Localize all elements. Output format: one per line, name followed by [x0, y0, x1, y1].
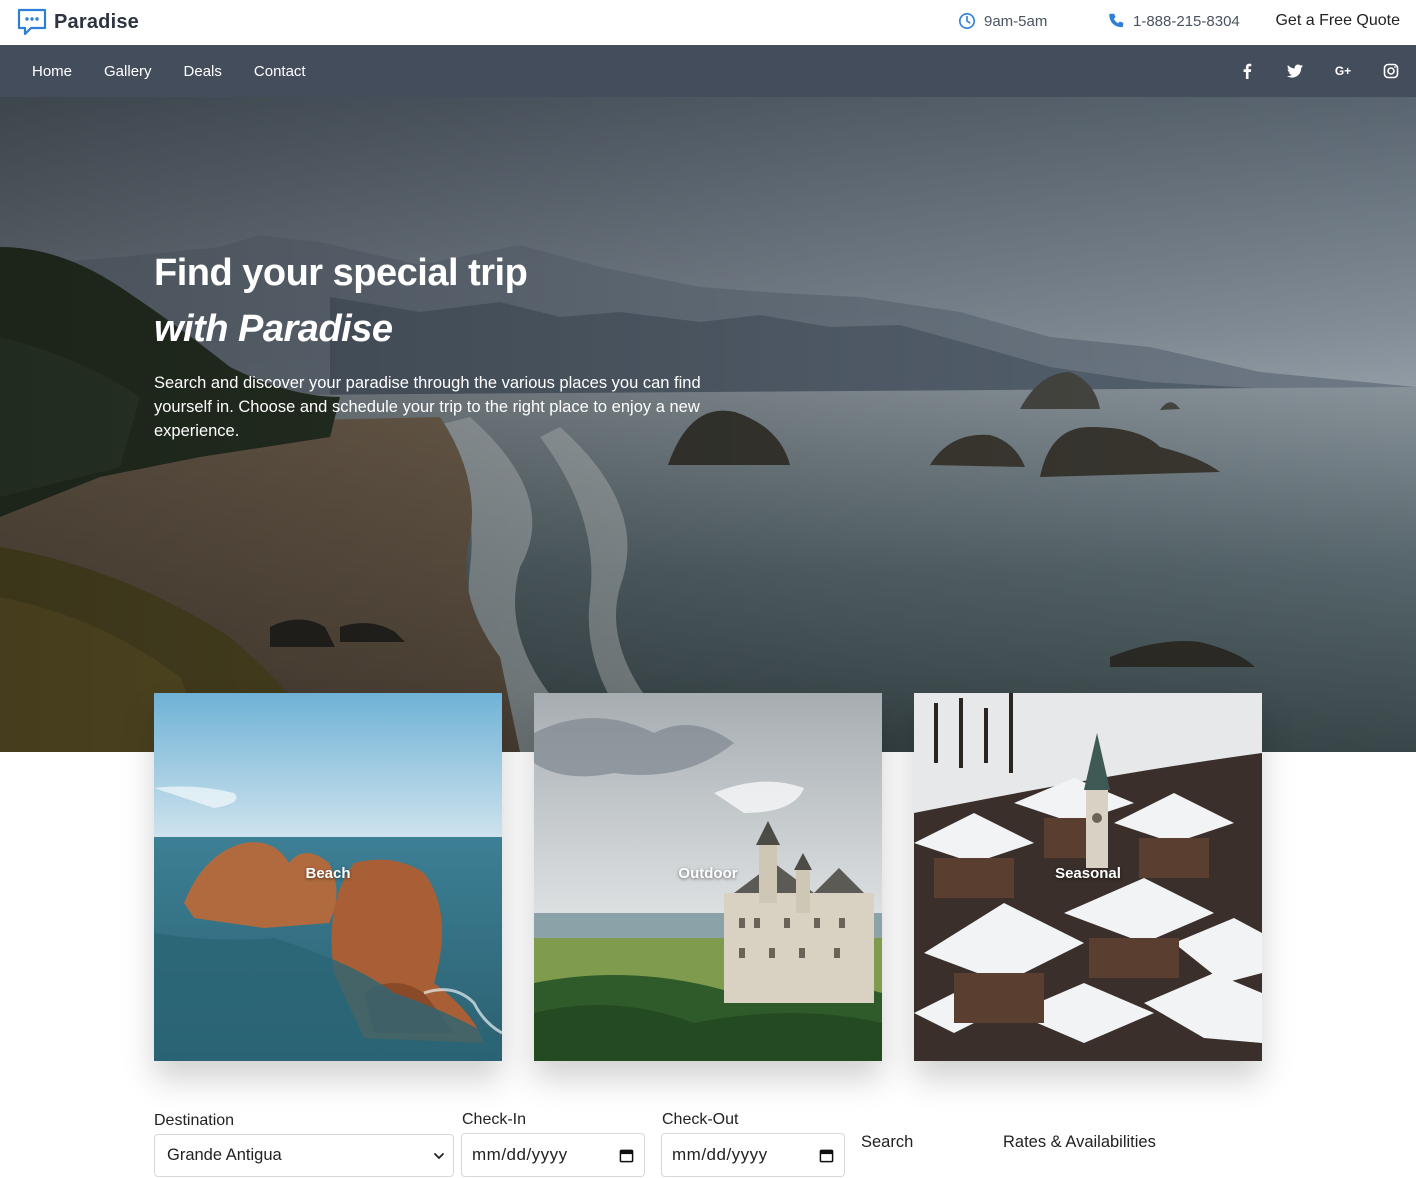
- facebook-icon[interactable]: [1238, 62, 1256, 80]
- check-out-label: Check-Out: [662, 1111, 739, 1128]
- card-label-beach: Beach: [305, 865, 351, 882]
- top-bar: Paradise 9am-5am 1-888-215-8304 Get a Fr…: [0, 0, 1416, 45]
- calendar-icon[interactable]: [619, 1148, 634, 1163]
- chevron-down-icon: [434, 1153, 444, 1159]
- calendar-icon[interactable]: [819, 1148, 834, 1163]
- nav-item-deals[interactable]: Deals: [184, 63, 222, 80]
- destination-select[interactable]: Grande Antigua: [154, 1134, 454, 1177]
- chat-bubble-icon: [17, 8, 47, 36]
- category-card-seasonal[interactable]: Seasonal: [914, 693, 1262, 1061]
- free-quote-link[interactable]: Get a Free Quote: [1275, 12, 1400, 30]
- category-card-outdoor[interactable]: Outdoor: [534, 693, 882, 1061]
- clock-icon: [958, 12, 976, 30]
- google-plus-text: G+: [1334, 64, 1352, 78]
- twitter-icon[interactable]: [1286, 62, 1304, 80]
- google-plus-icon[interactable]: G+: [1334, 62, 1352, 80]
- destination-label: Destination: [154, 1112, 235, 1129]
- rates-availabilities-button[interactable]: Rates & Availabilities: [1003, 1133, 1156, 1152]
- nav-item-gallery[interactable]: Gallery: [104, 63, 152, 80]
- check-out-placeholder: mm/dd/yyyy: [672, 1145, 768, 1164]
- social-links: G+: [1238, 45, 1400, 97]
- hero-description: Search and discover your paradise throug…: [154, 374, 701, 440]
- check-in-date-input[interactable]: mm/dd/yyyy: [461, 1133, 645, 1177]
- card-label-seasonal: Seasonal: [1055, 865, 1121, 882]
- nav-item-contact[interactable]: Contact: [254, 63, 306, 80]
- phone-number[interactable]: 1-888-215-8304: [1107, 12, 1240, 30]
- search-button[interactable]: Search: [861, 1133, 913, 1152]
- main-nav: Home Gallery Deals Contact G+: [0, 45, 1416, 97]
- hours-text: 9am-5am: [984, 12, 1048, 30]
- destination-value: Grande Antigua: [167, 1146, 282, 1164]
- hero-subtitle: with Paradise: [154, 308, 393, 350]
- nav-item-home[interactable]: Home: [32, 63, 72, 80]
- check-in-placeholder: mm/dd/yyyy: [472, 1145, 568, 1164]
- phone-icon: [1109, 13, 1124, 28]
- phone-text: 1-888-215-8304: [1133, 12, 1240, 30]
- business-hours: 9am-5am: [958, 12, 1047, 30]
- card-label-outdoor: Outdoor: [678, 865, 738, 882]
- hero-text: Find your special trip with Paradise Sea…: [154, 245, 754, 443]
- brand-logo[interactable]: Paradise: [16, 6, 139, 38]
- category-card-beach[interactable]: Beach: [154, 693, 502, 1061]
- instagram-icon[interactable]: [1382, 62, 1400, 80]
- nav-links: Home Gallery Deals Contact: [32, 45, 306, 97]
- hero-banner: Find your special trip with Paradise Sea…: [0, 97, 1416, 752]
- brand-name: Paradise: [54, 10, 139, 33]
- check-out-date-input[interactable]: mm/dd/yyyy: [661, 1133, 845, 1177]
- check-in-label: Check-In: [462, 1111, 527, 1128]
- hero-title: Find your special trip: [154, 252, 528, 294]
